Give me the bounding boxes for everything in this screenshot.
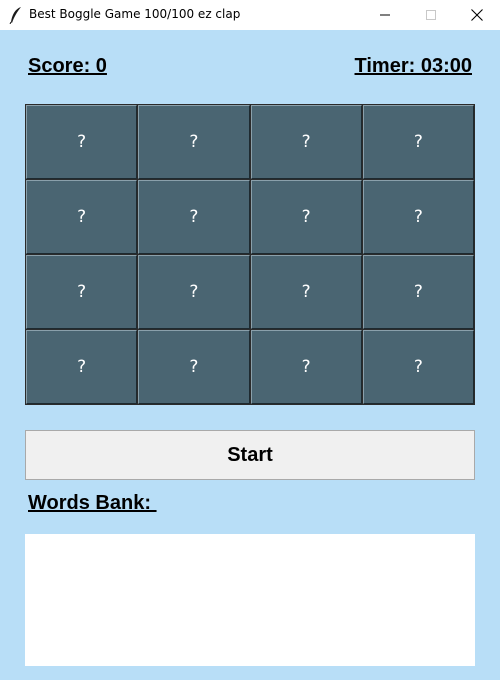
board-tile[interactable]: ? <box>250 330 362 404</box>
window-title: Best Boggle Game 100/100 ez clap <box>29 7 241 21</box>
board-tile[interactable]: ? <box>250 105 362 179</box>
words-bank-label: Words Bank: <box>28 492 157 514</box>
minimize-button[interactable] <box>362 0 408 30</box>
boggle-board: ? ? ? ? ? ? ? ? ? ? ? ? ? ? ? ? <box>25 104 475 405</box>
title-bar[interactable]: Best Boggle Game 100/100 ez clap <box>0 0 500 30</box>
board-tile[interactable]: ? <box>362 330 474 404</box>
board-tile[interactable]: ? <box>138 180 250 254</box>
board-tile[interactable]: ? <box>26 180 138 254</box>
start-button[interactable]: Start <box>25 430 475 480</box>
board-tile[interactable]: ? <box>362 180 474 254</box>
board-tile[interactable]: ? <box>138 105 250 179</box>
words-bank-list[interactable] <box>25 534 475 666</box>
close-button[interactable] <box>454 0 500 30</box>
timer-label: Timer: 03:00 <box>354 55 472 77</box>
app-window: Best Boggle Game 100/100 ez clap Score: … <box>0 0 500 680</box>
board-tile[interactable]: ? <box>138 255 250 329</box>
maximize-icon <box>426 10 436 20</box>
close-icon <box>471 9 483 21</box>
board-tile[interactable]: ? <box>362 255 474 329</box>
board-tile[interactable]: ? <box>26 105 138 179</box>
score-label: Score: 0 <box>28 55 107 77</box>
board-tile[interactable]: ? <box>362 105 474 179</box>
board-tile[interactable]: ? <box>138 330 250 404</box>
minimize-icon <box>380 14 390 16</box>
feather-icon <box>9 7 21 24</box>
board-tile[interactable]: ? <box>26 330 138 404</box>
board-tile[interactable]: ? <box>26 255 138 329</box>
board-tile[interactable]: ? <box>250 180 362 254</box>
board-tile[interactable]: ? <box>250 255 362 329</box>
maximize-button[interactable] <box>408 0 454 30</box>
